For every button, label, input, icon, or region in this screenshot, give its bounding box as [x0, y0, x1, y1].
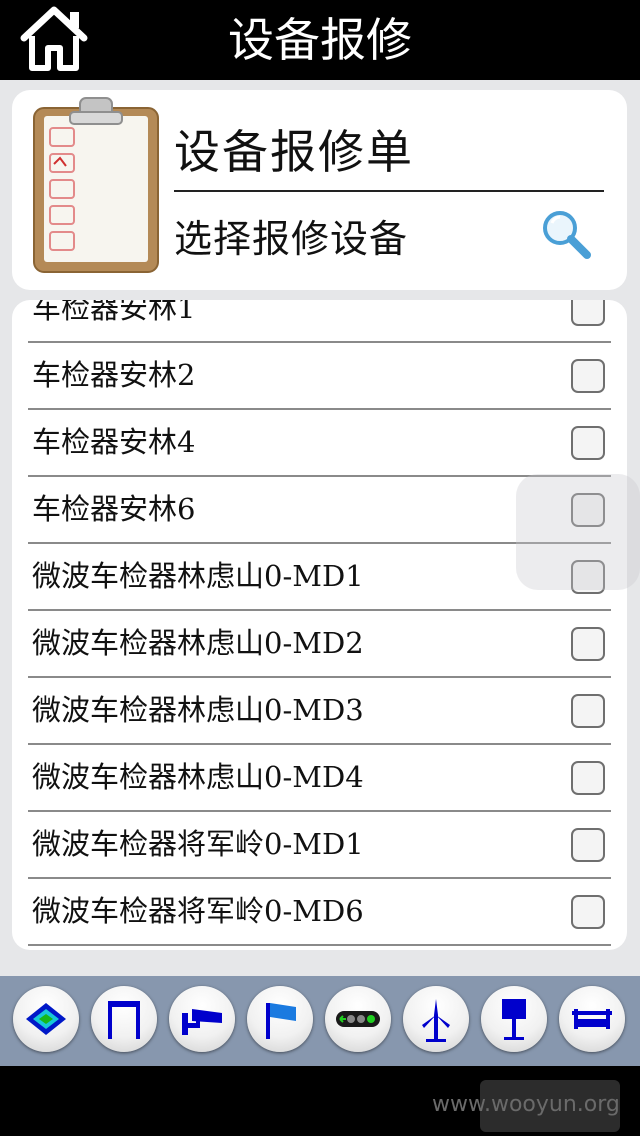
device-checkbox[interactable] [571, 828, 605, 862]
tool-barrier-button[interactable] [559, 986, 625, 1052]
search-icon[interactable] [540, 208, 594, 262]
device-checkbox[interactable] [571, 300, 605, 326]
tool-gantry-button[interactable] [91, 986, 157, 1052]
tool-wind-turbine-button[interactable] [403, 986, 469, 1052]
traffic-light-icon [336, 1011, 380, 1027]
assistive-touch-button[interactable] [516, 474, 640, 590]
barrier-icon [572, 1009, 612, 1029]
device-list[interactable]: 车检器安林1 车检器安林2 车检器安林4 车检器安林6 微波车检器林虑山0-MD1 微波车… [12, 300, 627, 950]
list-item[interactable]: 微波车检器将军岭0-MD6 [28, 879, 611, 946]
watermark-text: www.wooyun.org [432, 1092, 620, 1117]
device-name: 微波车检器将军岭0-MD1 [32, 827, 364, 861]
tool-camera-button[interactable] [169, 986, 235, 1052]
device-name: 车检器安林6 [32, 492, 196, 526]
device-checkbox[interactable] [571, 694, 605, 728]
tool-traffic-light-button[interactable] [325, 986, 391, 1052]
wind-turbine-icon [422, 999, 450, 1042]
tool-sign-post-button[interactable] [481, 986, 547, 1052]
page-title: 设备报修 [228, 13, 412, 67]
repair-form-header-card: 设备报修单 选择报修设备 [12, 90, 627, 290]
device-name: 车检器安林2 [32, 358, 196, 392]
device-checkbox[interactable] [571, 761, 605, 795]
select-device-label: 选择报修设备 [174, 217, 409, 261]
clipboard-icon [33, 97, 159, 273]
device-name: 微波车检器将军岭0-MD6 [32, 894, 364, 928]
camera-icon [182, 1009, 222, 1035]
device-list-scroll[interactable]: 车检器安林1 车检器安林2 车检器安林4 车检器安林6 微波车检器林虑山0-MD1 微波车… [12, 300, 627, 946]
list-item[interactable]: 微波车检器林虑山0-MD4 [28, 745, 611, 812]
form-title: 设备报修单 [174, 125, 414, 179]
sign-post-icon [502, 999, 526, 1040]
device-name: 微波车检器林虑山0-MD4 [32, 760, 364, 794]
device-checkbox[interactable] [571, 426, 605, 460]
gantry-icon [108, 1001, 140, 1039]
tool-flag-button[interactable] [247, 986, 313, 1052]
device-name: 车检器安林4 [32, 425, 196, 459]
list-item[interactable]: 微波车检器林虑山0-MD3 [28, 678, 611, 745]
device-checkbox[interactable] [571, 895, 605, 929]
list-item[interactable]: 车检器安林1 [28, 300, 611, 343]
list-item[interactable]: 车检器安林4 [28, 410, 611, 477]
device-name: 微波车检器林虑山0-MD2 [32, 626, 364, 660]
device-name: 微波车检器林虑山0-MD1 [32, 559, 364, 593]
top-navigation-bar: 设备报修 [0, 0, 640, 80]
device-name: 车检器安林1 [32, 300, 196, 325]
layers-icon [26, 1003, 66, 1035]
list-item[interactable]: 微波车检器将军岭0-MD1 [28, 812, 611, 879]
device-checkbox[interactable] [571, 359, 605, 393]
title-divider [174, 190, 604, 192]
device-checkbox[interactable] [571, 627, 605, 661]
device-name: 微波车检器林虑山0-MD3 [32, 693, 364, 727]
list-item[interactable]: 微波车检器林虑山0-MD2 [28, 611, 611, 678]
tool-layers-button[interactable] [13, 986, 79, 1052]
list-item[interactable]: 车检器安林2 [28, 343, 611, 410]
device-type-toolbar [0, 976, 640, 1066]
flag-icon [266, 1003, 296, 1039]
